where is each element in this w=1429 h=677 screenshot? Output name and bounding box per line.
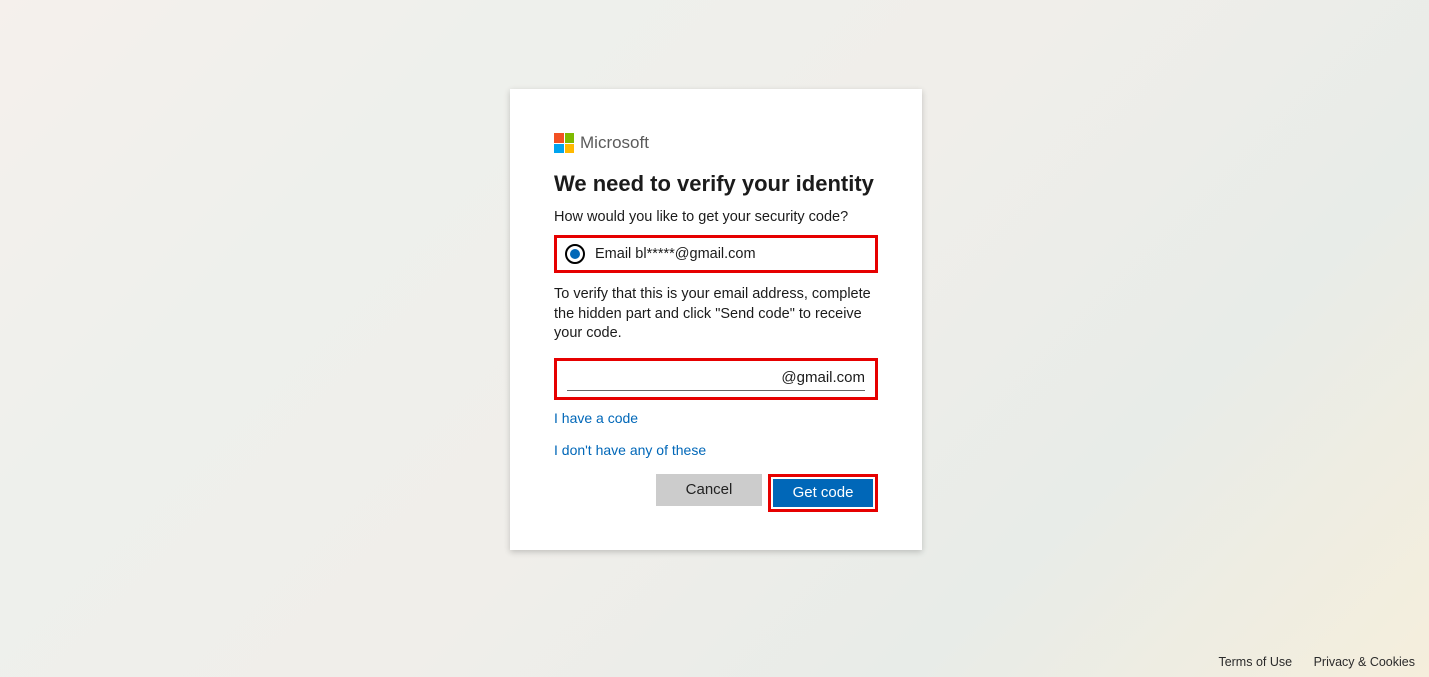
email-prefix-input[interactable] bbox=[567, 369, 781, 386]
verify-identity-card: Microsoft We need to verify your identit… bbox=[510, 89, 922, 550]
have-code-link[interactable]: I have a code bbox=[554, 410, 878, 426]
email-input-wrap: @gmail.com bbox=[554, 358, 878, 400]
button-row: Cancel Get code bbox=[554, 474, 878, 512]
no-options-link[interactable]: I don't have any of these bbox=[554, 442, 878, 458]
email-input-line: @gmail.com bbox=[567, 369, 865, 391]
get-code-button[interactable]: Get code bbox=[773, 479, 873, 507]
brand-name: Microsoft bbox=[580, 133, 649, 153]
page-title: We need to verify your identity bbox=[554, 171, 878, 197]
email-suffix: @gmail.com bbox=[781, 369, 865, 386]
privacy-link[interactable]: Privacy & Cookies bbox=[1314, 655, 1415, 669]
microsoft-logo-icon bbox=[554, 133, 574, 153]
instruction-text: To verify that this is your email addres… bbox=[554, 285, 878, 344]
footer-links: Terms of Use Privacy & Cookies bbox=[1200, 655, 1415, 669]
terms-link[interactable]: Terms of Use bbox=[1218, 655, 1292, 669]
prompt-text: How would you like to get your security … bbox=[554, 209, 878, 225]
logo-row: Microsoft bbox=[554, 133, 878, 153]
primary-button-highlight: Get code bbox=[768, 474, 878, 512]
email-option-label: Email bl*****@gmail.com bbox=[595, 246, 756, 262]
email-option-row[interactable]: Email bl*****@gmail.com bbox=[554, 235, 878, 273]
radio-selected-icon[interactable] bbox=[565, 244, 585, 264]
cancel-button[interactable]: Cancel bbox=[656, 474, 762, 506]
